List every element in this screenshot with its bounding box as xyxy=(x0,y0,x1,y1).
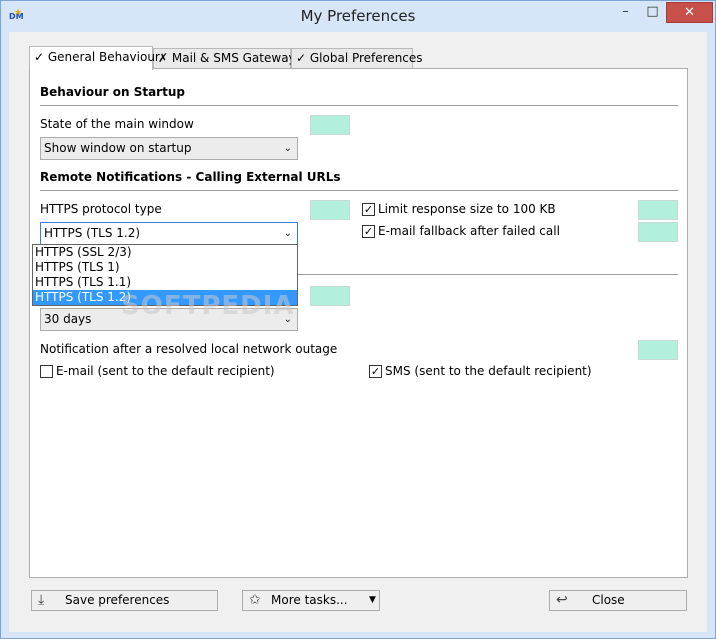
chevron-down-icon: ⌄ xyxy=(283,228,292,239)
color-swatch[interactable] xyxy=(310,200,350,220)
section-divider xyxy=(40,105,678,106)
tab-general-behaviour[interactable]: ✓ General Behaviour xyxy=(29,46,160,70)
protocol-select[interactable]: HTTPS (TLS 1.2) ⌄ xyxy=(40,222,298,245)
state-label: State of the main window xyxy=(40,117,194,131)
state-select-value: Show window on startup xyxy=(44,141,192,155)
tab-global-preferences[interactable]: ✓ Global Preferences xyxy=(291,48,423,69)
general-behaviour-panel: Behaviour on Startup State of the main w… xyxy=(29,68,688,578)
protocol-option[interactable]: HTTPS (TLS 1) xyxy=(33,260,297,275)
protocol-option[interactable]: HTTPS (TLS 1.1) xyxy=(33,275,297,290)
state-select[interactable]: Show window on startup ⌄ xyxy=(40,137,298,160)
protocol-label: HTTPS protocol type xyxy=(40,202,162,216)
limit-response-label: Limit response size to 100 KB xyxy=(378,202,556,216)
client-area: ✓ General Behaviour ✗ Mail & SMS Gateway… xyxy=(9,32,707,632)
outage-sms-label: SMS (sent to the default recipient) xyxy=(385,364,592,378)
tab-mail-sms-gateways[interactable]: ✗ Mail & SMS Gateways xyxy=(153,48,302,69)
close-button[interactable]: ↩ Close xyxy=(549,590,687,611)
section-divider xyxy=(40,190,678,191)
outage-email-label: E-mail (sent to the default recipient) xyxy=(56,364,275,378)
close-window-button[interactable]: ✕ xyxy=(666,2,713,23)
return-arrow-icon: ↩ xyxy=(556,592,568,608)
outage-label: Notification after a resolved local netw… xyxy=(40,342,338,356)
preferences-window: ★ DM My Preferences – □ ✕ ✓ General Beha… xyxy=(0,0,716,639)
dropdown-arrow-icon: ▼ xyxy=(369,595,376,605)
chevron-down-icon: ⌄ xyxy=(283,143,292,154)
color-swatch[interactable] xyxy=(310,115,350,135)
maximize-button[interactable]: □ xyxy=(639,2,666,23)
minimize-button[interactable]: – xyxy=(612,2,639,23)
color-swatch[interactable] xyxy=(310,286,350,306)
section-startup-title: Behaviour on Startup xyxy=(40,85,185,99)
color-swatch[interactable] xyxy=(638,200,678,220)
color-swatch[interactable] xyxy=(638,340,678,360)
email-fallback-checkbox[interactable]: ✓ xyxy=(362,225,375,238)
save-arrow-icon: ⤓ xyxy=(38,592,45,608)
outage-sms-checkbox[interactable]: ✓ xyxy=(369,365,382,378)
protocol-select-value: HTTPS (TLS 1.2) xyxy=(44,226,141,240)
outage-email-checkbox[interactable] xyxy=(40,365,53,378)
save-preferences-button[interactable]: ⤓ Save preferences xyxy=(31,590,218,611)
save-preferences-label: Save preferences xyxy=(65,593,170,607)
watermark-text: SOFTPEDIA xyxy=(121,291,295,321)
close-label: Close xyxy=(592,593,625,607)
window-title: My Preferences xyxy=(300,7,416,25)
color-swatch[interactable] xyxy=(638,222,678,242)
limit-response-checkbox[interactable]: ✓ xyxy=(362,203,375,216)
protocol-option[interactable]: HTTPS (SSL 2/3) xyxy=(33,245,297,260)
stars-icon: ✩ xyxy=(249,592,261,608)
history-select-value: 30 days xyxy=(44,312,92,326)
section-remote-title: Remote Notifications - Calling External … xyxy=(40,170,341,184)
more-tasks-button[interactable]: ✩ More tasks... ▼ xyxy=(242,590,380,611)
email-fallback-label: E-mail fallback after failed call xyxy=(378,224,560,238)
title-bar[interactable]: ★ DM My Preferences – □ ✕ xyxy=(1,1,715,32)
more-tasks-label: More tasks... xyxy=(271,593,348,607)
